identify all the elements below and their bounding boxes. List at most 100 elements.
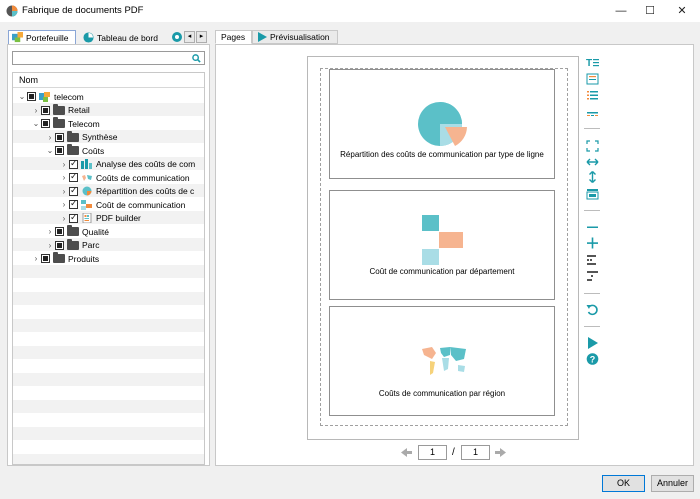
tree-item-label: telecom [54,91,84,102]
fit-width-icon[interactable] [586,156,599,168]
window-title: Fabrique de documents PDF [22,5,144,16]
chevron-down-icon[interactable]: ⌄ [17,92,27,101]
tree-checkbox[interactable] [55,132,64,142]
tree-checkbox[interactable] [41,105,50,115]
minus-icon[interactable] [586,221,599,233]
chevron-right-icon[interactable]: › [59,187,69,196]
tab-pages[interactable]: Pages [215,30,252,44]
tree-item-couts-communication[interactable]: › Coûts de communication [59,171,190,185]
tree-checkbox[interactable] [69,171,78,183]
tree-item-label: Qualité [82,226,109,237]
tree-checkbox[interactable] [55,146,64,156]
chevron-right-icon[interactable]: › [45,133,55,142]
chevron-right-icon[interactable]: › [59,214,69,223]
tab-portefeuille[interactable]: Portefeuille [8,30,76,45]
tree-item-couts[interactable]: ⌄ Coûts [45,144,104,158]
portfolio-tree: Nom ⌄ telecom › Retail ⌄ Telecom › Synth… [12,72,205,465]
previous-page-icon[interactable] [401,447,412,458]
chevron-right-icon[interactable]: › [45,227,55,236]
tab-scroll-right-icon[interactable]: ▸ [196,31,207,43]
svg-text:?: ? [590,355,596,365]
next-page-icon[interactable] [495,447,506,458]
folder-icon [53,103,65,115]
page-layout-icon[interactable] [586,188,599,200]
tab-tableau-de-bord[interactable]: Tableau de bord [80,30,167,45]
tree-checkbox[interactable] [69,198,78,210]
folder-icon [67,130,79,142]
minimize-button[interactable]: — [605,0,637,22]
tree-checkbox[interactable] [69,212,78,223]
page-block-label: Coûts de communication par région [378,389,506,398]
tab-tableau-de-bord-label: Tableau de bord [97,32,158,43]
svg-text:T: T [586,58,592,68]
tree-item-parc[interactable]: › Parc [45,238,100,253]
pie-chart-icon [82,186,92,196]
search-input[interactable] [12,51,205,65]
page-block-repartition[interactable]: Répartition des coûts de communication p… [329,69,555,179]
chevron-right-icon[interactable]: › [59,160,69,169]
tree-item-analyse[interactable]: › Analyse des coûts de com [59,158,195,172]
chevron-down-icon[interactable]: ⌄ [31,119,41,128]
merge-rows-icon[interactable] [586,270,599,282]
text-block-icon[interactable]: T [586,56,599,68]
page-block-couts-region[interactable]: Coûts de communication par région [329,306,555,416]
current-page-input[interactable]: 1 [418,445,447,460]
tree-item-label: Coût de communication [96,199,186,210]
tree-item-cout-communication[interactable]: › Coût de communication [59,198,185,212]
undo-icon[interactable] [586,304,599,316]
tree-item-synthese[interactable]: › Synthèse [45,130,117,145]
fit-page-icon[interactable] [586,140,599,152]
close-button[interactable]: ✕ [666,0,698,22]
tree-checkbox[interactable] [55,227,64,237]
help-icon[interactable]: ? [586,353,599,365]
chevron-right-icon[interactable]: › [31,254,41,263]
footer-block-icon[interactable] [586,107,599,119]
play-icon[interactable] [586,337,599,349]
header-block-icon[interactable] [586,73,599,85]
chevron-right-icon[interactable]: › [45,241,55,250]
tree-checkbox[interactable] [27,92,36,102]
toolbar-separator [584,293,600,294]
chevron-down-icon[interactable]: ⌄ [45,146,55,155]
list-block-icon[interactable] [586,89,599,101]
cancel-button[interactable]: Annuler [651,475,694,492]
maximize-button[interactable]: ☐ [634,0,666,22]
page-block-label: Répartition des coûts de communication p… [340,150,544,159]
tree-item-repartition[interactable]: › Répartition des coûts de c [59,185,195,199]
play-icon [258,32,267,42]
tree-checkbox[interactable] [69,158,78,169]
split-rows-icon[interactable] [586,254,599,266]
chevron-right-icon[interactable]: › [59,200,69,209]
page-block-cout-departement[interactable]: Coût de communication par département [329,190,555,300]
tree-item-pdf-builder[interactable]: › PDF builder [59,212,141,226]
tree-checkbox[interactable] [55,240,64,250]
tree-item-telecom-folder[interactable]: ⌄ Telecom [31,117,100,131]
tree-item-qualite[interactable]: › Qualité [45,225,109,239]
tree-item-label: Telecom [68,118,100,129]
total-pages-field: 1 [461,445,490,460]
tree-checkbox[interactable] [41,119,50,129]
tree-checkbox[interactable] [69,185,78,196]
settings-gear-icon[interactable] [171,31,183,43]
tab-scroll-left-icon[interactable]: ◂ [184,31,195,43]
fit-height-icon[interactable] [586,171,599,183]
page-separator: / [452,447,455,458]
tree-item-label: Parc [82,240,100,251]
plus-icon[interactable] [586,237,599,249]
folder-icon [53,252,65,264]
tree-item-telecom[interactable]: ⌄ telecom [17,90,84,104]
tab-previsualisation[interactable]: Prévisualisation [252,30,338,44]
tree-item-retail[interactable]: › Retail [31,103,90,118]
chevron-right-icon[interactable]: › [59,173,69,182]
tree-item-produits[interactable]: › Produits [31,252,99,266]
search-icon[interactable] [192,54,201,63]
heatmap-icon [81,199,92,210]
tree-item-label: Analyse des coûts de com [96,159,196,170]
tree-item-label: Coûts [82,145,105,156]
chevron-right-icon[interactable]: › [31,106,41,115]
ok-button[interactable]: OK [602,475,645,492]
folder-icon [67,144,79,156]
tree-checkbox[interactable] [41,254,50,264]
tree-item-label: Produits [68,253,100,264]
app-logo-icon [6,5,18,17]
